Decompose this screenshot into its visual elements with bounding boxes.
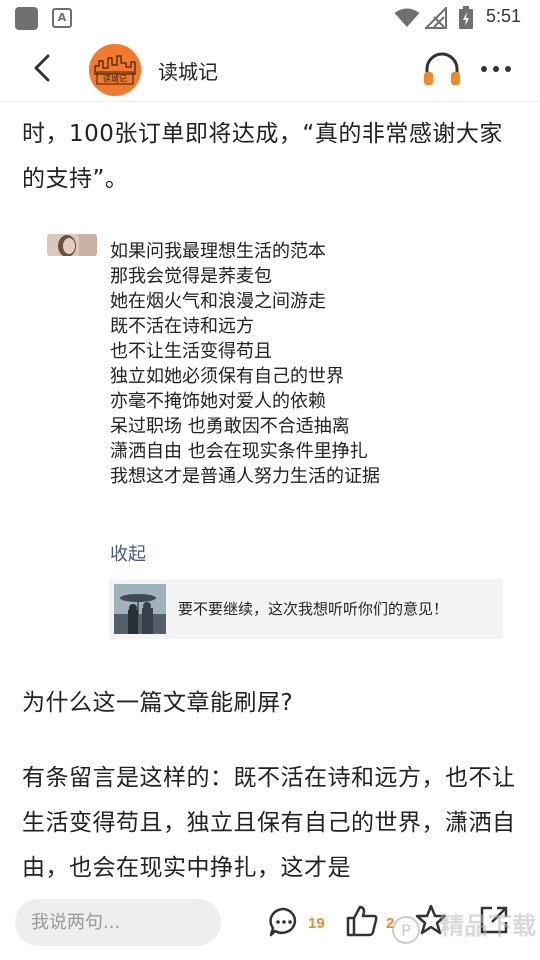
thumbs-up-icon[interactable]	[345, 904, 379, 938]
comment-input[interactable]	[15, 899, 221, 946]
article-paragraph: 时，100张订单即将达成，“真的非常感谢大家的支持”。	[22, 121, 503, 192]
commenter-avatar	[47, 234, 97, 256]
app-header: 读城记 读城记	[0, 36, 540, 102]
quote-line: 亦毫不掩饰她对爱人的依赖	[110, 391, 326, 412]
logo-text: 读城记	[103, 74, 127, 84]
quote-line: 潇洒自由 也会在现实条件里挣扎	[110, 441, 368, 462]
battery-icon	[459, 6, 473, 29]
article-paragraph: 为什么这一篇文章能刷屏?	[22, 690, 294, 716]
quote-line: 也不让生活变得苟且	[110, 341, 272, 362]
headset-icon[interactable]	[421, 50, 463, 88]
more-icon[interactable]	[478, 54, 514, 84]
quote-text-block: 如果问我最理想生活的范本 那我会觉得是荞麦包她在烟火气和浪漫之间游走 既不活在诗和远…	[110, 239, 380, 489]
embedded-article-card[interactable]: 要不要继续，这次我想听听你们的意见！	[109, 579, 503, 639]
quote-line: 我想这才是普通人努力生活的证据	[110, 466, 380, 487]
signal-icon	[425, 7, 447, 29]
svg-text:P: P	[401, 921, 411, 940]
back-arrow-icon[interactable]	[26, 50, 62, 86]
embedded-article-thumbnail	[114, 584, 166, 634]
quote-line: 如果问我最理想生活的范本	[110, 241, 326, 262]
bottom-action-bar: 19 2 P 精品下载	[0, 886, 540, 960]
quote-line: 呆过职场 也勇敢因不合适抽离	[110, 416, 350, 437]
comment-icon[interactable]	[268, 906, 300, 938]
quote-line: 独立如她必须保有自己的世界	[110, 366, 344, 387]
brand-name[interactable]: 读城记	[158, 56, 218, 85]
wifi-icon	[394, 8, 420, 27]
comment-count: 19	[308, 915, 325, 932]
status-time: 5:51	[486, 6, 522, 26]
app-notification-icon	[15, 7, 38, 30]
collapse-link[interactable]: 收起	[110, 540, 146, 566]
quote-line: 既不活在诗和远方	[110, 316, 254, 337]
brand-logo[interactable]: 读城记	[89, 44, 141, 96]
embedded-article-title: 要不要继续，这次我想听听你们的意见！	[178, 600, 449, 618]
quote-line: 她在烟火气和浪漫之间游走	[110, 291, 326, 312]
star-icon[interactable]	[415, 904, 447, 936]
article-paragraph: 有条留言是这样的：既不活在诗和远方，也不让生活变得苟且，独立且保有自己的世界，潇…	[22, 765, 516, 881]
quote-line: 那我会觉得是荞麦包	[110, 266, 272, 287]
status-bar: A 5:51	[0, 0, 540, 36]
city-skyline-icon: 读城记	[89, 44, 141, 96]
like-count: 2	[386, 915, 395, 932]
share-icon[interactable]	[478, 904, 510, 936]
a-notification-icon: A	[52, 8, 72, 28]
